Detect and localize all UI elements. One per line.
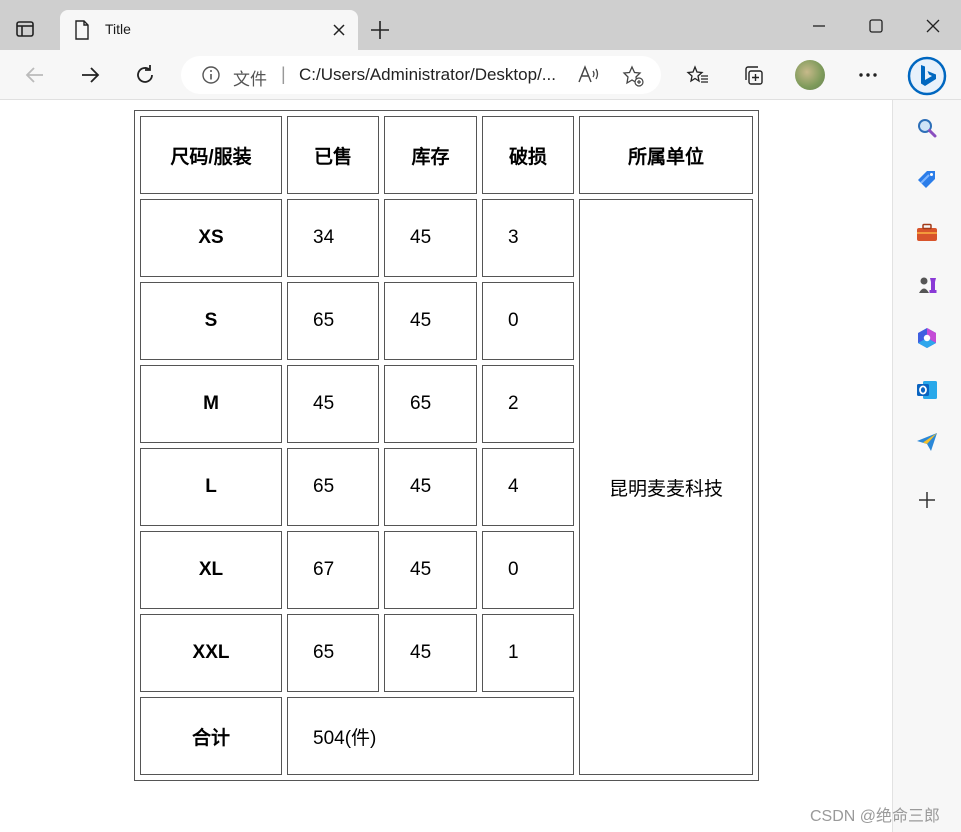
maximize-icon[interactable] <box>864 14 888 38</box>
sold-cell: 65 <box>287 614 379 692</box>
header-row: 尺码/服装 已售 库存 破损 所属单位 <box>140 116 753 194</box>
stock-cell: 65 <box>384 365 477 443</box>
tab-title: Title <box>105 21 131 37</box>
address-bar[interactable]: 文件 | C:/Users/Administrator/Desktop/... <box>181 56 661 94</box>
size-cell: XXL <box>140 614 282 692</box>
header-unit: 所属单位 <box>579 116 753 194</box>
collections-icon[interactable] <box>741 63 765 87</box>
damaged-cell: 4 <box>482 448 574 526</box>
tab-actions-icon[interactable] <box>14 18 36 40</box>
total-value: 504(件) <box>287 697 574 775</box>
stock-cell: 45 <box>384 282 477 360</box>
stock-cell: 45 <box>384 531 477 609</box>
header-size: 尺码/服装 <box>140 116 282 194</box>
stock-cell: 45 <box>384 614 477 692</box>
shopping-tag-icon[interactable] <box>915 168 939 192</box>
microsoft-365-icon[interactable] <box>915 326 939 350</box>
edge-sidebar <box>892 100 961 832</box>
size-cell: M <box>140 365 282 443</box>
tab-strip: Title <box>0 0 961 50</box>
sold-cell: 34 <box>287 199 379 277</box>
sold-cell: 65 <box>287 282 379 360</box>
watermark: CSDN @绝命三郎 <box>810 808 941 825</box>
header-stock: 库存 <box>384 116 477 194</box>
inventory-table: 尺码/服装 已售 库存 破损 所属单位 XS 34 45 3 昆明麦麦科技 S … <box>134 110 759 781</box>
size-cell: XL <box>140 531 282 609</box>
damaged-cell: 1 <box>482 614 574 692</box>
games-icon[interactable] <box>915 273 939 297</box>
size-cell: XS <box>140 199 282 277</box>
address-url[interactable]: C:/Users/Administrator/Desktop/... <box>299 65 556 85</box>
close-tab-icon[interactable] <box>331 22 347 38</box>
size-cell: L <box>140 448 282 526</box>
browser-toolbar: 文件 | C:/Users/Administrator/Desktop/... <box>0 50 961 100</box>
table-row: XS 34 45 3 昆明麦麦科技 <box>140 199 753 775</box>
address-scheme-label: 文件 <box>233 70 267 89</box>
new-tab-icon[interactable] <box>368 18 392 42</box>
search-icon[interactable] <box>915 116 939 140</box>
sold-cell: 67 <box>287 531 379 609</box>
forward-icon[interactable] <box>78 63 102 87</box>
add-icon[interactable] <box>915 488 939 512</box>
damaged-cell: 0 <box>482 531 574 609</box>
damaged-cell: 2 <box>482 365 574 443</box>
page-icon <box>74 20 90 40</box>
tools-briefcase-icon[interactable] <box>915 221 939 245</box>
send-icon[interactable] <box>915 430 939 454</box>
damaged-cell: 0 <box>482 282 574 360</box>
stock-cell: 45 <box>384 199 477 277</box>
sold-cell: 65 <box>287 448 379 526</box>
page-content: 尺码/服装 已售 库存 破损 所属单位 XS 34 45 3 昆明麦麦科技 S … <box>0 100 892 832</box>
read-aloud-icon[interactable] <box>577 64 601 86</box>
unit-cell: 昆明麦麦科技 <box>579 199 753 775</box>
more-icon[interactable] <box>856 63 880 87</box>
address-separator: | <box>281 64 286 84</box>
damaged-cell: 3 <box>482 199 574 277</box>
stock-cell: 45 <box>384 448 477 526</box>
refresh-icon[interactable] <box>133 63 157 87</box>
profile-avatar[interactable] <box>795 60 825 90</box>
outlook-icon[interactable] <box>915 378 939 402</box>
sold-cell: 45 <box>287 365 379 443</box>
back-icon[interactable] <box>23 63 47 87</box>
favorites-icon[interactable] <box>686 63 710 87</box>
browser-tab[interactable]: Title <box>60 10 358 50</box>
close-window-icon[interactable] <box>921 14 945 38</box>
info-icon[interactable] <box>201 65 221 85</box>
bing-copilot-icon[interactable] <box>906 55 948 97</box>
minimize-icon[interactable] <box>807 14 831 38</box>
add-favorite-icon[interactable] <box>621 64 645 88</box>
size-cell: S <box>140 282 282 360</box>
header-damaged: 破损 <box>482 116 574 194</box>
header-sold: 已售 <box>287 116 379 194</box>
total-label: 合计 <box>140 697 282 775</box>
